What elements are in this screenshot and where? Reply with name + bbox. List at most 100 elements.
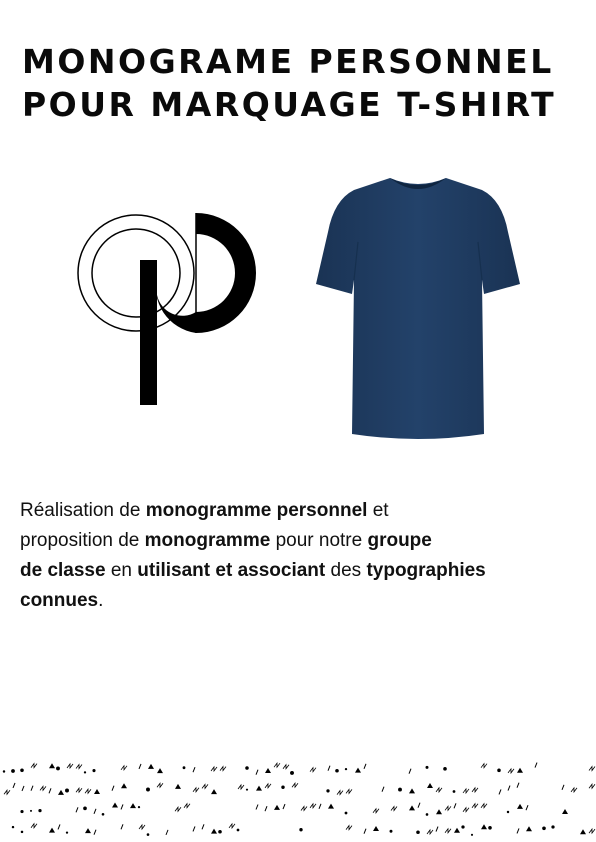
desc-text: Réalisation de — [20, 500, 146, 521]
desc-bold: connues — [20, 590, 99, 611]
pattern-glyph — [580, 829, 586, 835]
pattern-glyph — [265, 767, 271, 773]
pattern-glyph — [336, 789, 344, 796]
pattern-glyph — [57, 824, 61, 830]
pattern-glyph — [444, 805, 452, 812]
pattern-glyph — [218, 829, 222, 834]
pattern-glyph — [210, 765, 218, 773]
pattern-glyph — [443, 767, 447, 771]
pattern-glyph — [84, 788, 92, 795]
pattern-glyph — [398, 787, 402, 792]
pattern-glyph — [94, 789, 100, 795]
desc-bold: de classe — [20, 560, 106, 581]
page-title: MONOGRAME PERSONNEL POUR MARQUAGE T-SHIR… — [22, 40, 582, 126]
monogram-stem — [140, 260, 157, 405]
desc-bold: typographies — [366, 560, 486, 581]
desc-bold: monogramme — [144, 530, 271, 551]
pattern-glyph — [30, 822, 38, 829]
monogram-outline-inner — [91, 228, 181, 318]
pattern-glyph — [75, 763, 83, 770]
pattern-glyph — [29, 809, 33, 812]
pattern-glyph — [344, 811, 348, 815]
pattern-glyph — [21, 785, 25, 792]
pattern-glyph — [228, 822, 236, 830]
title-line-2: POUR MARQUAGE T-SHIRT — [22, 85, 557, 124]
pattern-glyph — [83, 771, 87, 774]
pattern-glyph — [112, 802, 118, 808]
desc-bold: utilisant et associant — [137, 560, 326, 581]
pattern-glyph — [355, 767, 361, 773]
pattern-glyph — [146, 833, 150, 836]
pattern-glyph — [148, 763, 154, 769]
pattern-glyph — [183, 802, 191, 809]
pattern-glyph — [461, 825, 465, 829]
pattern-glyph — [426, 828, 434, 836]
pattern-glyph — [237, 783, 245, 791]
pattern-glyph — [264, 805, 268, 812]
pattern-glyph — [264, 782, 272, 790]
pattern-glyph — [588, 765, 596, 772]
pattern-glyph — [201, 824, 205, 830]
pattern-glyph — [38, 809, 42, 813]
pattern-glyph — [201, 783, 209, 790]
pattern-glyph — [290, 770, 294, 775]
pattern-glyph — [562, 808, 568, 814]
pattern-glyph — [137, 805, 141, 809]
pattern-glyph — [517, 803, 523, 809]
pattern-glyph — [480, 802, 488, 809]
pattern-glyph — [175, 783, 181, 789]
pattern-glyph — [146, 787, 150, 792]
pattern-glyph — [372, 807, 380, 814]
pattern-glyph — [121, 783, 127, 789]
pattern-glyph — [498, 789, 502, 795]
pattern-glyph — [120, 764, 128, 772]
pattern-glyph — [551, 825, 555, 829]
pattern-glyph — [516, 782, 520, 788]
pattern-glyph — [389, 829, 393, 833]
pattern-glyph — [138, 823, 146, 831]
pattern-glyph — [462, 806, 470, 813]
pattern-glyph — [192, 826, 196, 832]
pattern-glyph — [83, 806, 87, 811]
pattern-glyph — [101, 812, 105, 816]
pattern-glyph — [282, 763, 290, 770]
desc-text: pour notre — [270, 530, 368, 551]
pattern-glyph — [49, 763, 55, 769]
pattern-glyph — [516, 828, 520, 834]
tshirt-body — [316, 178, 520, 439]
pattern-glyph — [282, 803, 286, 810]
pattern-glyph — [274, 804, 280, 810]
pattern-glyph — [373, 826, 379, 832]
pattern-glyph — [425, 813, 429, 816]
pattern-glyph — [444, 827, 452, 834]
pattern-glyph — [309, 802, 317, 810]
pattern-glyph — [462, 787, 470, 795]
pattern-glyph — [219, 765, 227, 772]
pattern-glyph — [11, 769, 15, 773]
pattern-glyph — [470, 833, 474, 836]
pattern-glyph — [157, 768, 163, 774]
monogram-logo — [77, 213, 256, 405]
pattern-glyph — [85, 828, 91, 834]
pattern-glyph — [408, 768, 412, 774]
desc-text: en — [105, 560, 138, 581]
pattern-glyph — [20, 830, 24, 834]
description: Réalisation de monogramme personnel et p… — [20, 496, 580, 616]
pattern-glyph — [409, 805, 415, 811]
pattern-glyph — [92, 769, 96, 773]
pattern-glyph — [507, 785, 511, 791]
pattern-glyph — [300, 805, 308, 812]
pattern-glyph — [427, 783, 433, 789]
desc-text: des — [325, 560, 367, 581]
pattern-glyph — [425, 765, 429, 769]
pattern-glyph — [542, 826, 546, 831]
pattern-glyph — [526, 826, 532, 832]
pattern-glyph — [435, 826, 439, 832]
pattern-glyph — [570, 786, 578, 794]
pattern-glyph — [318, 803, 322, 809]
pattern-glyph — [273, 761, 281, 769]
desc-text: . — [98, 590, 104, 611]
monogram-black-arc — [196, 213, 256, 333]
pattern-glyph — [192, 786, 200, 793]
pattern-glyph — [416, 830, 420, 835]
